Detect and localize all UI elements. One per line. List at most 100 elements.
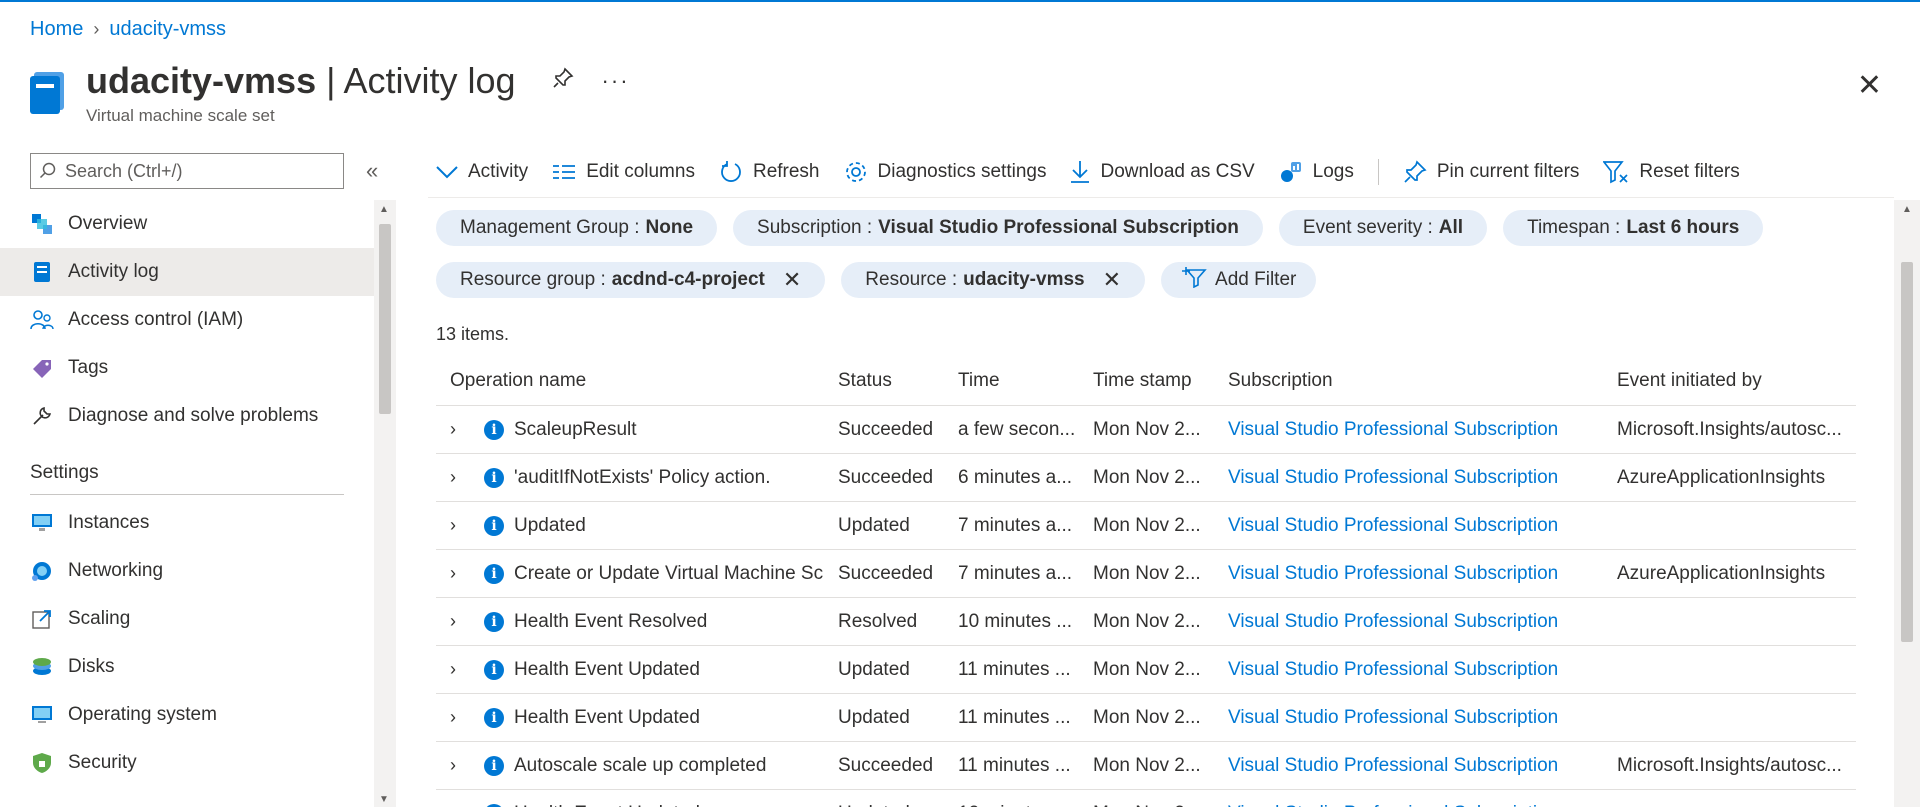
- diagnostics-settings-button[interactable]: Diagnostics settings: [844, 160, 1046, 184]
- sidebar-item-scaling[interactable]: Scaling: [0, 595, 374, 643]
- refresh-label: Refresh: [752, 161, 820, 182]
- cell-status: Succeeded: [838, 418, 934, 440]
- cell-subscription-link[interactable]: Visual Studio Professional Subscription: [1228, 611, 1617, 633]
- cell-subscription-link[interactable]: Visual Studio Professional Subscription: [1228, 707, 1617, 729]
- cell-status: Resolved: [838, 610, 918, 632]
- filter-subscription[interactable]: Subscription : Visual Studio Professional…: [733, 210, 1263, 246]
- breadcrumb-current-link[interactable]: udacity-vmss: [109, 18, 226, 41]
- filter-value: All: [1438, 217, 1464, 238]
- scroll-up-icon[interactable]: ▲: [379, 204, 389, 215]
- refresh-button[interactable]: Refresh: [719, 160, 820, 184]
- chevron-right-icon[interactable]: ›: [450, 467, 466, 488]
- pin-icon[interactable]: [552, 67, 574, 95]
- sidebar-item-overview[interactable]: Overview: [0, 200, 374, 248]
- cell-subscription-link[interactable]: Visual Studio Professional Subscription: [1228, 467, 1617, 489]
- add-filter-button[interactable]: Add Filter: [1161, 262, 1317, 298]
- filter-resource-group[interactable]: Resource group : acdnd-c4-project ✕: [436, 262, 826, 298]
- filter-key: Resource group :: [460, 269, 606, 290]
- filter-resource[interactable]: Resource : udacity-vmss ✕: [841, 262, 1146, 298]
- filter-management-group[interactable]: Management Group : None: [436, 210, 718, 246]
- filter-timespan[interactable]: Timespan : Last 6 hours: [1503, 210, 1764, 246]
- table-row[interactable]: › i Health Event Updated Updated 11 minutes …: [436, 646, 1856, 694]
- cell-timestamp: Mon Nov 2...: [1093, 562, 1201, 584]
- sidebar-item-security[interactable]: Security: [0, 739, 374, 787]
- cell-timestamp: Mon Nov 2...: [1093, 658, 1201, 680]
- sidebar-item-disks[interactable]: Disks: [0, 643, 374, 691]
- remove-filter-icon[interactable]: ✕: [1103, 267, 1121, 293]
- logs-button[interactable]: Logs: [1279, 160, 1354, 184]
- chevron-right-icon[interactable]: ›: [450, 515, 466, 536]
- table-row[interactable]: › i Health Event Updated Updated 11 minutes …: [436, 694, 1856, 742]
- iam-icon: [30, 308, 54, 332]
- main-scrollbar[interactable]: ▲: [1894, 200, 1920, 807]
- cell-timestamp: Mon Nov 2...: [1093, 466, 1201, 488]
- sidebar-scrollbar[interactable]: ▲ ▼: [374, 200, 396, 807]
- more-options-icon[interactable]: ···: [602, 68, 630, 94]
- sidebar-item-networking[interactable]: Networking: [0, 547, 374, 595]
- operation-name: Health Event Updated: [514, 706, 700, 728]
- scroll-down-icon[interactable]: ▼: [379, 794, 389, 805]
- table-row[interactable]: › i ScaleupResult Succeeded a few secon... Mo…: [436, 406, 1856, 454]
- cell-subscription-link[interactable]: Visual Studio Professional Subscription: [1228, 755, 1617, 777]
- sidebar-item-label: Disks: [68, 656, 115, 677]
- table-row[interactable]: › i 'auditIfNotExists' Policy action. Succe…: [436, 454, 1856, 502]
- chevron-right-icon[interactable]: ›: [450, 659, 466, 680]
- cell-subscription-link[interactable]: Visual Studio Professional Subscription: [1228, 803, 1617, 807]
- table-row[interactable]: › i Create or Update Virtual Machine Sc Suc…: [436, 550, 1856, 598]
- cell-subscription-link[interactable]: Visual Studio Professional Subscription: [1228, 515, 1617, 537]
- activity-button[interactable]: Activity: [436, 161, 528, 183]
- search-input[interactable]: [65, 160, 325, 182]
- filter-event-severity[interactable]: Event severity : All: [1278, 210, 1488, 246]
- cell-subscription-link[interactable]: Visual Studio Professional Subscription: [1228, 419, 1617, 441]
- filter-value: acdnd-c4-project: [611, 269, 765, 290]
- table-row[interactable]: › i Health Event Resolved Resolved 10 minute…: [436, 598, 1856, 646]
- download-csv-button[interactable]: Download as CSV: [1070, 160, 1255, 184]
- sidebar-item-iam[interactable]: Access control (IAM): [0, 296, 374, 344]
- cell-status: Succeeded: [838, 466, 934, 488]
- sidebar-item-activity-log[interactable]: Activity log: [0, 248, 374, 296]
- sidebar-item-label: Security: [68, 752, 137, 773]
- chevron-right-icon[interactable]: ›: [450, 563, 466, 584]
- chevron-right-icon[interactable]: ›: [450, 803, 466, 807]
- cell-subscription-link[interactable]: Visual Studio Professional Subscription: [1228, 563, 1617, 585]
- sidebar-item-instances[interactable]: Instances: [0, 499, 374, 547]
- column-header-status[interactable]: Status: [838, 370, 958, 392]
- breadcrumb-home-link[interactable]: Home: [30, 18, 83, 41]
- sidebar-item-operating-system[interactable]: Operating system: [0, 691, 374, 739]
- edit-columns-button[interactable]: Edit columns: [552, 161, 695, 183]
- main-scroll-thumb[interactable]: [1901, 262, 1913, 642]
- filter-key: Event severity :: [1302, 217, 1433, 238]
- chevron-right-icon[interactable]: ›: [450, 419, 466, 440]
- reset-filters-label: Reset filters: [1639, 161, 1740, 182]
- column-header-subscription[interactable]: Subscription: [1228, 370, 1617, 392]
- column-header-time[interactable]: Time: [958, 370, 1093, 392]
- pin-current-filters-button[interactable]: Pin current filters: [1403, 160, 1579, 184]
- table-row[interactable]: › i Updated Updated 7 minutes a... Mon Nov 2.…: [436, 502, 1856, 550]
- sidebar-scroll-thumb[interactable]: [379, 224, 391, 414]
- cell-time: 11 minutes ...: [958, 706, 1071, 728]
- remove-filter-icon[interactable]: ✕: [783, 267, 801, 293]
- chevron-right-icon[interactable]: ›: [450, 755, 466, 776]
- cell-time: 11 minutes ...: [958, 754, 1071, 776]
- close-icon[interactable]: ✕: [1857, 68, 1882, 103]
- cell-subscription-link[interactable]: Visual Studio Professional Subscription: [1228, 659, 1617, 681]
- info-icon: i: [484, 659, 504, 680]
- table-row[interactable]: › i Autoscale scale up completed Succeeded 1…: [436, 742, 1856, 790]
- sidebar-item-tags[interactable]: Tags: [0, 344, 374, 392]
- chevron-right-icon[interactable]: ›: [450, 707, 466, 728]
- cell-status: Updated: [838, 658, 910, 680]
- column-header-initiated-by[interactable]: Event initiated by: [1617, 370, 1856, 392]
- sidebar-item-label: Diagnose and solve problems: [68, 405, 319, 426]
- scroll-up-icon[interactable]: ▲: [1902, 204, 1912, 215]
- cell-timestamp: Mon Nov 2...: [1093, 754, 1201, 776]
- reset-filters-button[interactable]: Reset filters: [1603, 160, 1740, 184]
- chevron-right-icon[interactable]: ›: [450, 611, 466, 632]
- info-icon: i: [484, 707, 504, 728]
- column-header-operation[interactable]: Operation name: [436, 370, 838, 392]
- sidebar-item-diagnose[interactable]: Diagnose and solve problems: [0, 392, 374, 440]
- filter-value: Last 6 hours: [1626, 217, 1740, 238]
- column-header-timestamp[interactable]: Time stamp: [1093, 370, 1228, 392]
- collapse-sidebar-icon[interactable]: «: [366, 158, 378, 184]
- monitor-icon: [30, 703, 54, 727]
- table-row[interactable]: › i Health Event Updated Updated12 minutes …: [436, 790, 1856, 807]
